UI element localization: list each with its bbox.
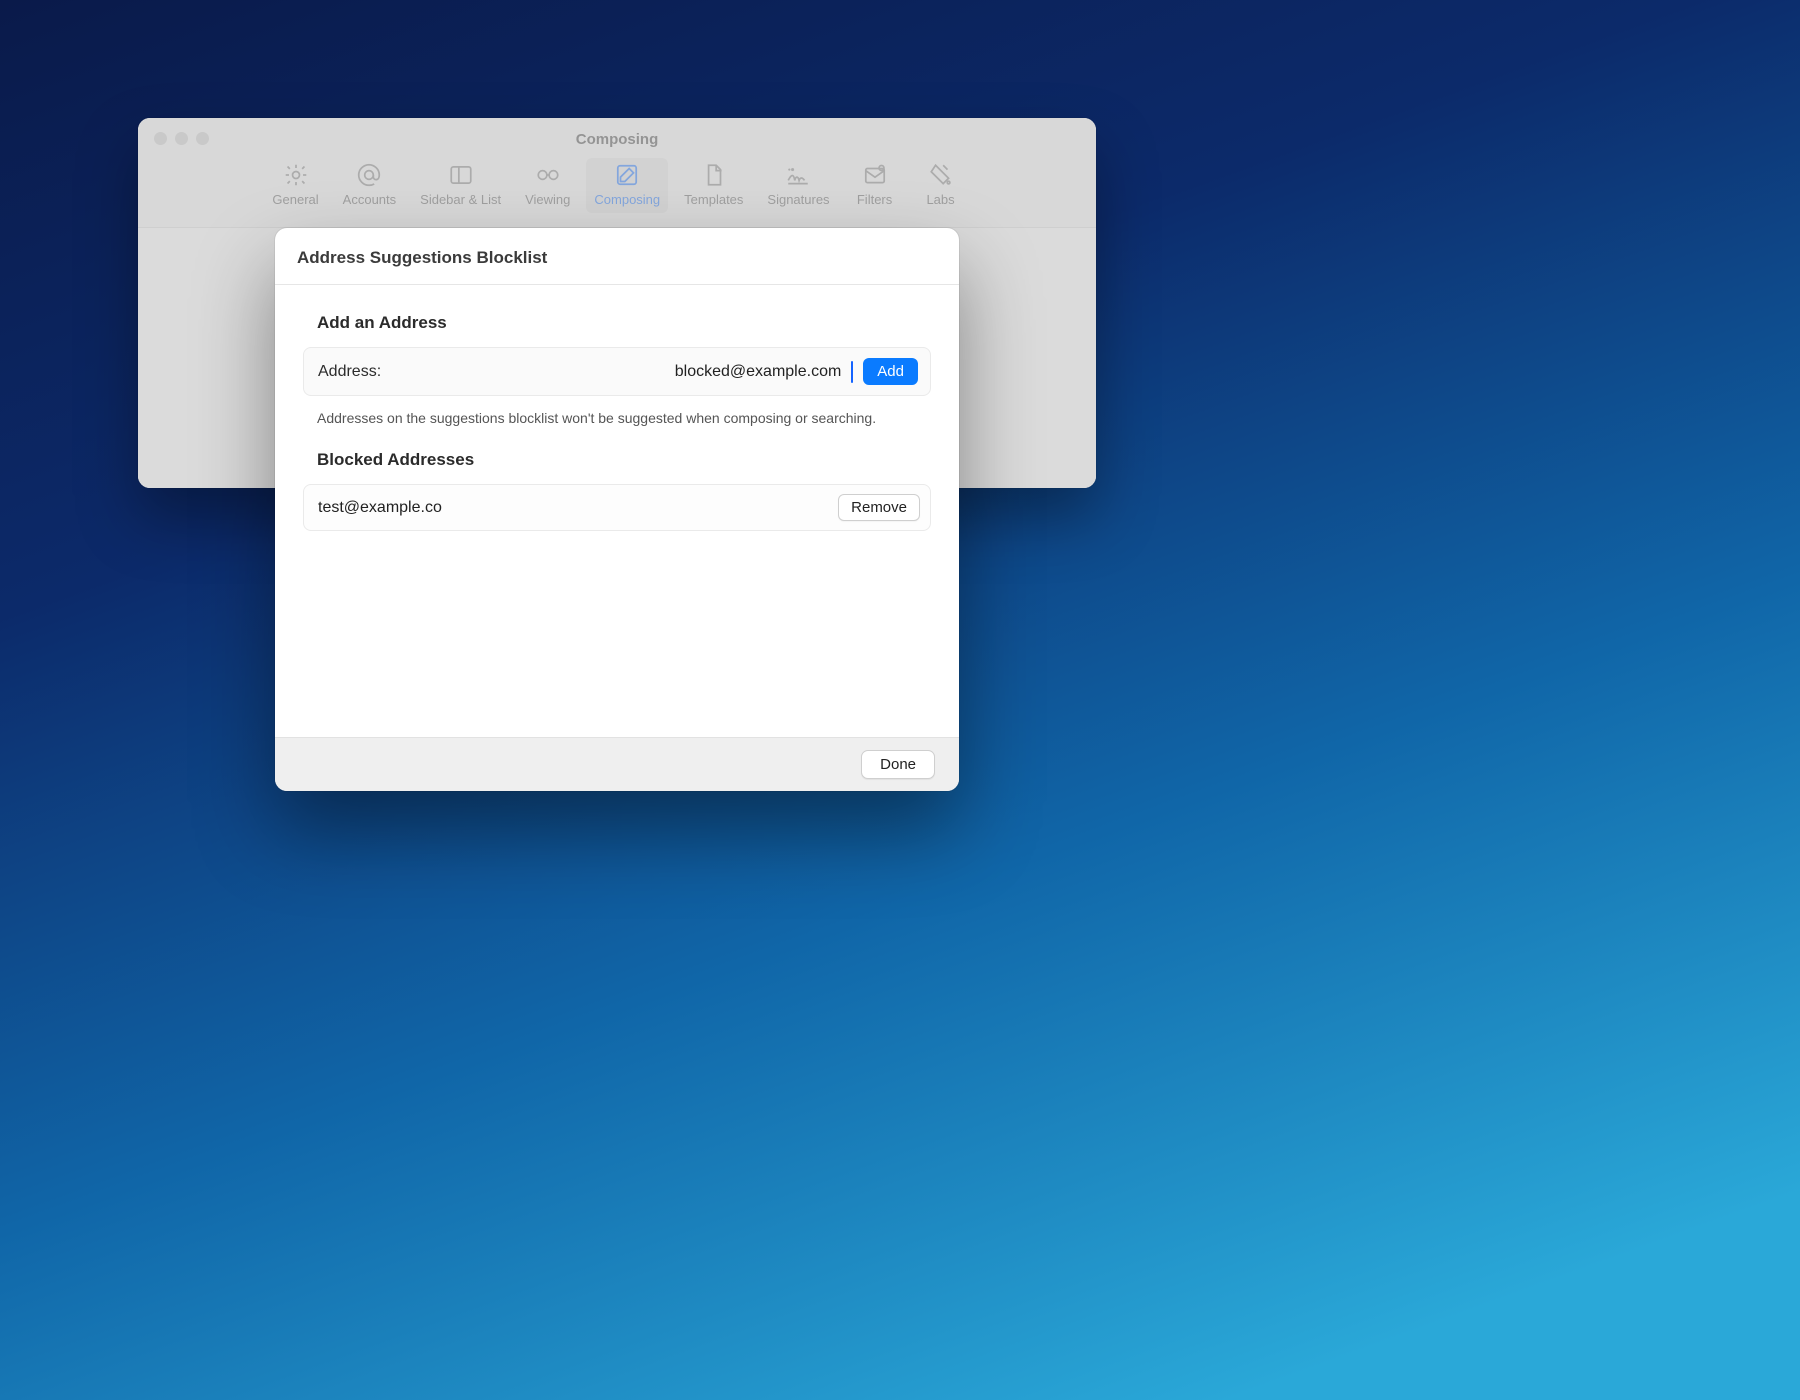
tab-templates[interactable]: Templates	[676, 158, 751, 213]
tab-sidebar-list[interactable]: Sidebar & List	[412, 158, 509, 213]
labs-icon	[928, 162, 954, 188]
text-caret	[851, 361, 853, 383]
address-input[interactable]	[391, 363, 843, 381]
gear-icon	[283, 162, 309, 188]
close-dot[interactable]	[154, 132, 167, 145]
sheet-header: Address Suggestions Blocklist	[275, 228, 959, 285]
help-text: Addresses on the suggestions blocklist w…	[317, 410, 927, 426]
blocklist-sheet: Address Suggestions Blocklist Add an Add…	[275, 228, 959, 791]
tab-general[interactable]: General	[264, 158, 326, 213]
tab-filters[interactable]: Filters	[846, 158, 904, 213]
minimize-dot[interactable]	[175, 132, 188, 145]
add-address-row: Address: Add	[303, 347, 931, 396]
titlebar: Composing General Accounts Sidebar & Lis…	[138, 118, 1096, 228]
blocked-email: test@example.co	[318, 499, 442, 517]
tab-label: Signatures	[767, 192, 829, 207]
tab-label: Sidebar & List	[420, 192, 501, 207]
tab-composing[interactable]: Composing	[586, 158, 668, 213]
compose-icon	[614, 162, 640, 188]
tab-labs[interactable]: Labs	[912, 158, 970, 213]
traffic-lights	[154, 132, 209, 145]
blocked-row: test@example.co Remove	[303, 484, 931, 531]
envelope-icon	[862, 162, 888, 188]
signature-icon	[785, 162, 811, 188]
glasses-icon	[535, 162, 561, 188]
sheet-body: Add an Address Address: Add Addresses on…	[275, 285, 959, 737]
tab-label: Templates	[684, 192, 743, 207]
sheet-footer: Done	[275, 737, 959, 791]
sheet-title: Address Suggestions Blocklist	[297, 248, 937, 268]
add-section-title: Add an Address	[317, 313, 931, 333]
at-icon	[356, 162, 382, 188]
zoom-dot[interactable]	[196, 132, 209, 145]
done-button[interactable]: Done	[861, 750, 935, 779]
tab-signatures[interactable]: Signatures	[759, 158, 837, 213]
sidebar-icon	[448, 162, 474, 188]
address-label: Address:	[318, 363, 381, 381]
remove-button[interactable]: Remove	[838, 494, 920, 521]
document-icon	[701, 162, 727, 188]
toolbar: General Accounts Sidebar & List Viewing …	[138, 158, 1096, 213]
tab-accounts[interactable]: Accounts	[335, 158, 404, 213]
tab-label: General	[272, 192, 318, 207]
blocked-section-title: Blocked Addresses	[317, 450, 931, 470]
tab-label: Accounts	[343, 192, 396, 207]
tab-viewing[interactable]: Viewing	[517, 158, 578, 213]
add-button[interactable]: Add	[863, 358, 918, 385]
tab-label: Viewing	[525, 192, 570, 207]
tab-label: Labs	[926, 192, 954, 207]
tab-label: Composing	[594, 192, 660, 207]
window-title: Composing	[138, 131, 1096, 148]
tab-label: Filters	[857, 192, 892, 207]
